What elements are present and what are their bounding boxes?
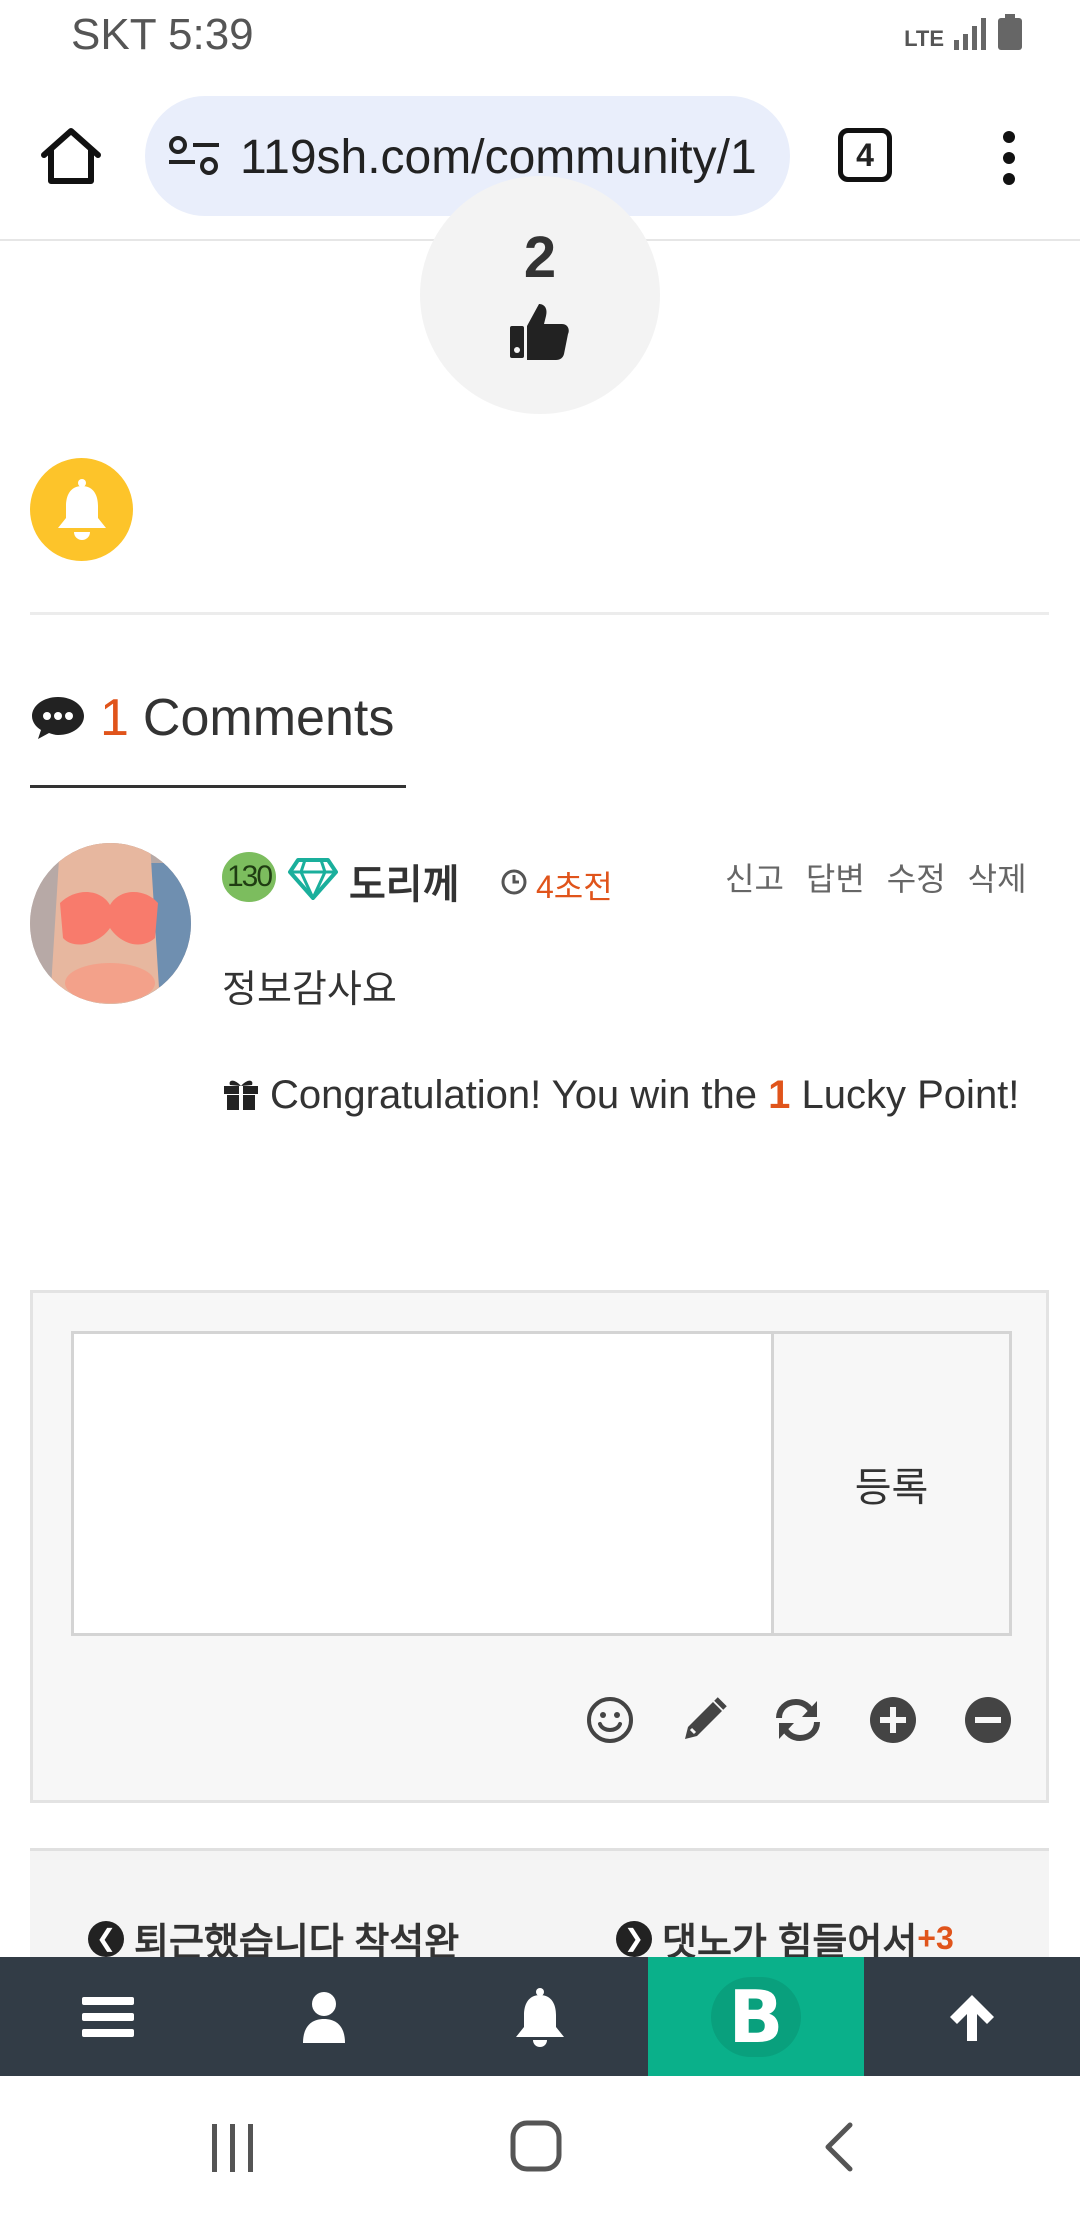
brand-b-letter: B bbox=[728, 1974, 784, 2059]
chevron-right-icon: ❯ bbox=[616, 1920, 652, 1957]
system-navigation-bar bbox=[0, 2076, 1080, 2220]
more-menu-icon[interactable] bbox=[994, 130, 1024, 186]
brand-b-logo: B bbox=[711, 1974, 801, 2059]
comment-textarea[interactable] bbox=[71, 1331, 771, 1636]
comments-header: 1 Comments bbox=[30, 688, 394, 748]
delete-link[interactable]: 삭제 bbox=[968, 854, 1027, 900]
plus-circle-icon[interactable] bbox=[868, 1695, 918, 1745]
address-bar[interactable]: 119sh.com/community/1 bbox=[145, 96, 790, 216]
status-time: SKT 5:39 bbox=[71, 10, 254, 59]
comment-form: 등록 bbox=[30, 1290, 1049, 1803]
submit-comment-button[interactable]: 등록 bbox=[771, 1331, 1012, 1636]
diamond-icon bbox=[288, 858, 338, 900]
back-icon[interactable] bbox=[822, 2122, 854, 2172]
gift-icon bbox=[224, 1080, 258, 1110]
comments-label: Comments bbox=[142, 689, 395, 747]
comment-body: 정보감사요 bbox=[222, 969, 397, 1011]
comment-actions: 신고 답변 수정 삭제 bbox=[725, 854, 1027, 900]
like-button[interactable]: 2 bbox=[420, 176, 660, 414]
subscribe-notify-button[interactable] bbox=[30, 458, 133, 561]
scroll-top-button[interactable] bbox=[864, 1957, 1080, 2076]
brand-b-button[interactable]: B bbox=[648, 1957, 864, 2076]
bottom-app-bar: B bbox=[0, 1957, 1080, 2076]
avatar[interactable] bbox=[30, 843, 191, 1004]
divider bbox=[30, 612, 1049, 615]
hamburger-icon bbox=[82, 1996, 134, 2037]
tab-switcher-button[interactable]: 4 bbox=[838, 128, 892, 182]
recents-icon[interactable] bbox=[210, 2124, 256, 2172]
arrow-up-icon bbox=[950, 1994, 994, 2041]
chat-bubble-icon bbox=[32, 697, 84, 739]
site-info-icon[interactable] bbox=[169, 136, 219, 178]
status-bar: SKT 5:39 LTE bbox=[0, 0, 1080, 80]
user-icon bbox=[303, 1991, 345, 2043]
post-navigation: ❮ 퇴근했습니다 착석완 ❯ 댓노가 힘들어서 +3 bbox=[30, 1848, 1049, 1964]
comments-count: 1 bbox=[100, 689, 129, 747]
signal-icon bbox=[954, 18, 986, 50]
smiley-icon[interactable] bbox=[585, 1695, 635, 1745]
next-post-comment-badge: +3 bbox=[917, 1920, 954, 1956]
comment-time: 4초전 bbox=[536, 869, 613, 905]
report-link[interactable]: 신고 bbox=[725, 854, 784, 900]
clock-icon bbox=[501, 869, 527, 895]
like-count: 2 bbox=[523, 225, 557, 290]
battery-icon bbox=[998, 14, 1022, 50]
edit-link[interactable]: 수정 bbox=[887, 854, 946, 900]
bell-icon bbox=[516, 1987, 564, 2047]
pencil-icon[interactable] bbox=[679, 1695, 729, 1745]
lucky-point-message: Congratulation! You win the 1 Lucky Poin… bbox=[222, 1058, 1042, 1132]
user-button[interactable] bbox=[216, 1957, 432, 2076]
menu-button[interactable] bbox=[0, 1957, 216, 2076]
status-icons: LTE bbox=[904, 14, 1022, 50]
comment-author[interactable]: 도리께 bbox=[349, 852, 459, 910]
bell-icon bbox=[58, 479, 106, 540]
home-icon[interactable] bbox=[38, 123, 104, 189]
lucky-points: 1 bbox=[768, 1073, 791, 1117]
url-text[interactable]: 119sh.com/community/1 bbox=[240, 130, 757, 185]
refresh-icon[interactable] bbox=[773, 1695, 823, 1745]
level-badge: 130 bbox=[222, 852, 276, 902]
network-type: LTE bbox=[904, 26, 944, 51]
chevron-left-icon: ❮ bbox=[88, 1920, 124, 1957]
reply-link[interactable]: 답변 bbox=[806, 854, 865, 900]
thumbs-up-icon bbox=[510, 304, 569, 360]
comments-underline bbox=[30, 785, 406, 788]
lucky-suffix: Lucky Point! bbox=[790, 1073, 1020, 1117]
notifications-button[interactable] bbox=[432, 1957, 648, 2076]
lucky-prefix: Congratulation! You win the bbox=[270, 1073, 769, 1117]
home-circle-icon[interactable] bbox=[510, 2120, 562, 2172]
minus-circle-icon[interactable] bbox=[963, 1695, 1013, 1745]
